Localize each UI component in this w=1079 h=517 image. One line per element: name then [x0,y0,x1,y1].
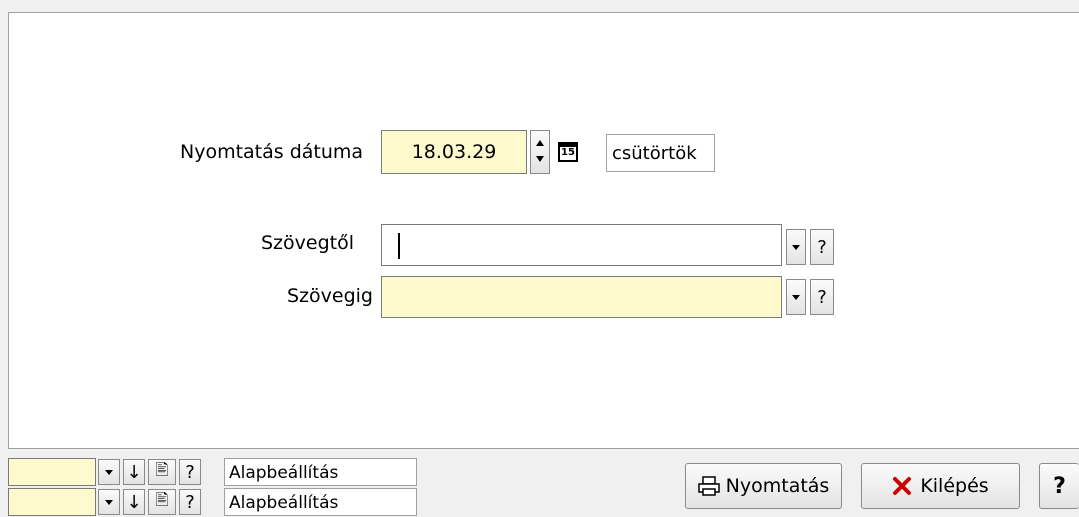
spin-down-icon[interactable] [536,156,544,162]
settings-code-field[interactable] [8,488,96,516]
date-spinner[interactable] [530,130,550,174]
exit-button[interactable]: Kilépés [861,463,1020,509]
settings-row: ↓ 🖹 ? Alapbeállítás [0,486,420,516]
print-date-input[interactable]: 18.03.29 [381,130,527,174]
settings-help-button[interactable]: ? [179,459,201,485]
settings-row: ↓ 🖹 ? Alapbeállítás [0,456,420,486]
text-from-input[interactable] [381,224,782,266]
text-from-help-button[interactable]: ? [810,229,834,265]
print-button[interactable]: Nyomtatás [685,463,842,509]
settings-help-button[interactable]: ? [179,489,201,515]
document-icon: 🖹 [155,459,169,479]
settings-save-button[interactable]: 🖹 [148,459,176,485]
settings-name: Alapbeállítás [224,488,417,516]
chevron-down-icon [105,499,113,505]
calendar-button[interactable]: 15 [556,140,580,164]
settings-dropdown-button[interactable] [98,489,120,515]
text-cursor [398,233,400,259]
chevron-down-icon [105,469,113,475]
print-button-label: Nyomtatás [725,475,830,497]
printer-icon [697,476,720,496]
settings-load-button[interactable]: ↓ [123,489,145,515]
text-to-label: Szövegig [287,285,373,307]
settings-name: Alapbeállítás [224,458,417,486]
spin-up-icon[interactable] [536,140,544,146]
close-icon [893,477,912,495]
calendar-icon: 15 [558,142,578,162]
chevron-down-icon [792,244,800,250]
print-date-value: 18.03.29 [411,141,497,163]
chevron-down-icon [792,294,800,300]
settings-load-button[interactable]: ↓ [123,459,145,485]
exit-button-label: Kilépés [920,475,989,497]
arrow-down-icon: ↓ [126,491,142,513]
settings-code-field[interactable] [8,458,96,486]
document-icon: 🖹 [155,489,169,509]
help-button[interactable]: ? [1039,463,1079,509]
text-from-dropdown-button[interactable] [786,229,806,265]
text-to-dropdown-button[interactable] [786,279,806,315]
settings-dropdown-button[interactable] [98,459,120,485]
settings-save-button[interactable]: 🖹 [148,489,176,515]
text-from-label: Szövegtől [261,232,355,254]
text-to-input[interactable] [381,276,782,318]
print-date-label: Nyomtatás dátuma [180,141,364,163]
arrow-down-icon: ↓ [126,461,142,483]
text-to-help-button[interactable]: ? [810,279,834,315]
weekday-display: csütörtök [606,134,715,172]
